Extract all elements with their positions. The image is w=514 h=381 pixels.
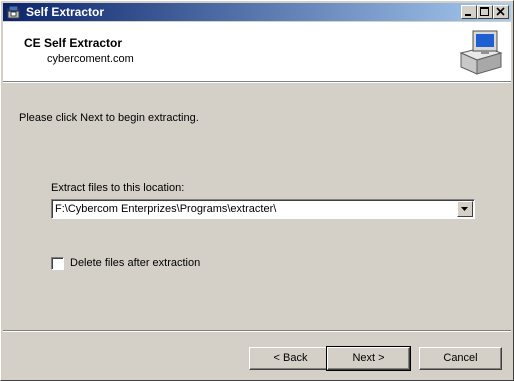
header-title: CE Self Extractor: [24, 36, 123, 50]
header-divider: [3, 82, 511, 83]
delete-files-checkbox[interactable]: [51, 257, 64, 270]
intro-text: Please click Next to begin extracting.: [19, 112, 199, 124]
location-dropdown-button[interactable]: [457, 201, 473, 217]
window-title: Self Extractor: [26, 5, 105, 19]
minimize-button[interactable]: [461, 5, 477, 19]
title-bar[interactable]: Self Extractor: [3, 3, 511, 21]
computer-box-icon: [459, 30, 503, 75]
close-button[interactable]: [493, 5, 509, 19]
self-extractor-window: Self Extractor CE Self Extractor cyberco…: [0, 0, 514, 381]
maximize-button[interactable]: [477, 5, 493, 19]
location-value[interactable]: F:\Cybercom Enterprizes\Programs\extract…: [55, 203, 276, 215]
close-icon: [496, 7, 505, 16]
maximize-icon: [480, 7, 489, 16]
chevron-down-icon: [461, 207, 468, 211]
next-button[interactable]: Next >: [326, 346, 411, 371]
package-icon: [7, 5, 20, 19]
location-label: Extract files to this location:: [51, 182, 185, 194]
location-combobox[interactable]: F:\Cybercom Enterprizes\Programs\extract…: [51, 199, 475, 219]
back-button[interactable]: < Back: [249, 347, 332, 370]
footer-divider-highlight: [3, 331, 511, 332]
header-subtitle: cybercoment.com: [47, 53, 134, 65]
cancel-button[interactable]: Cancel: [419, 347, 502, 370]
delete-files-label[interactable]: Delete files after extraction: [70, 257, 200, 269]
minimize-icon: [465, 14, 471, 16]
header-panel: CE Self Extractor cybercoment.com: [3, 22, 511, 82]
